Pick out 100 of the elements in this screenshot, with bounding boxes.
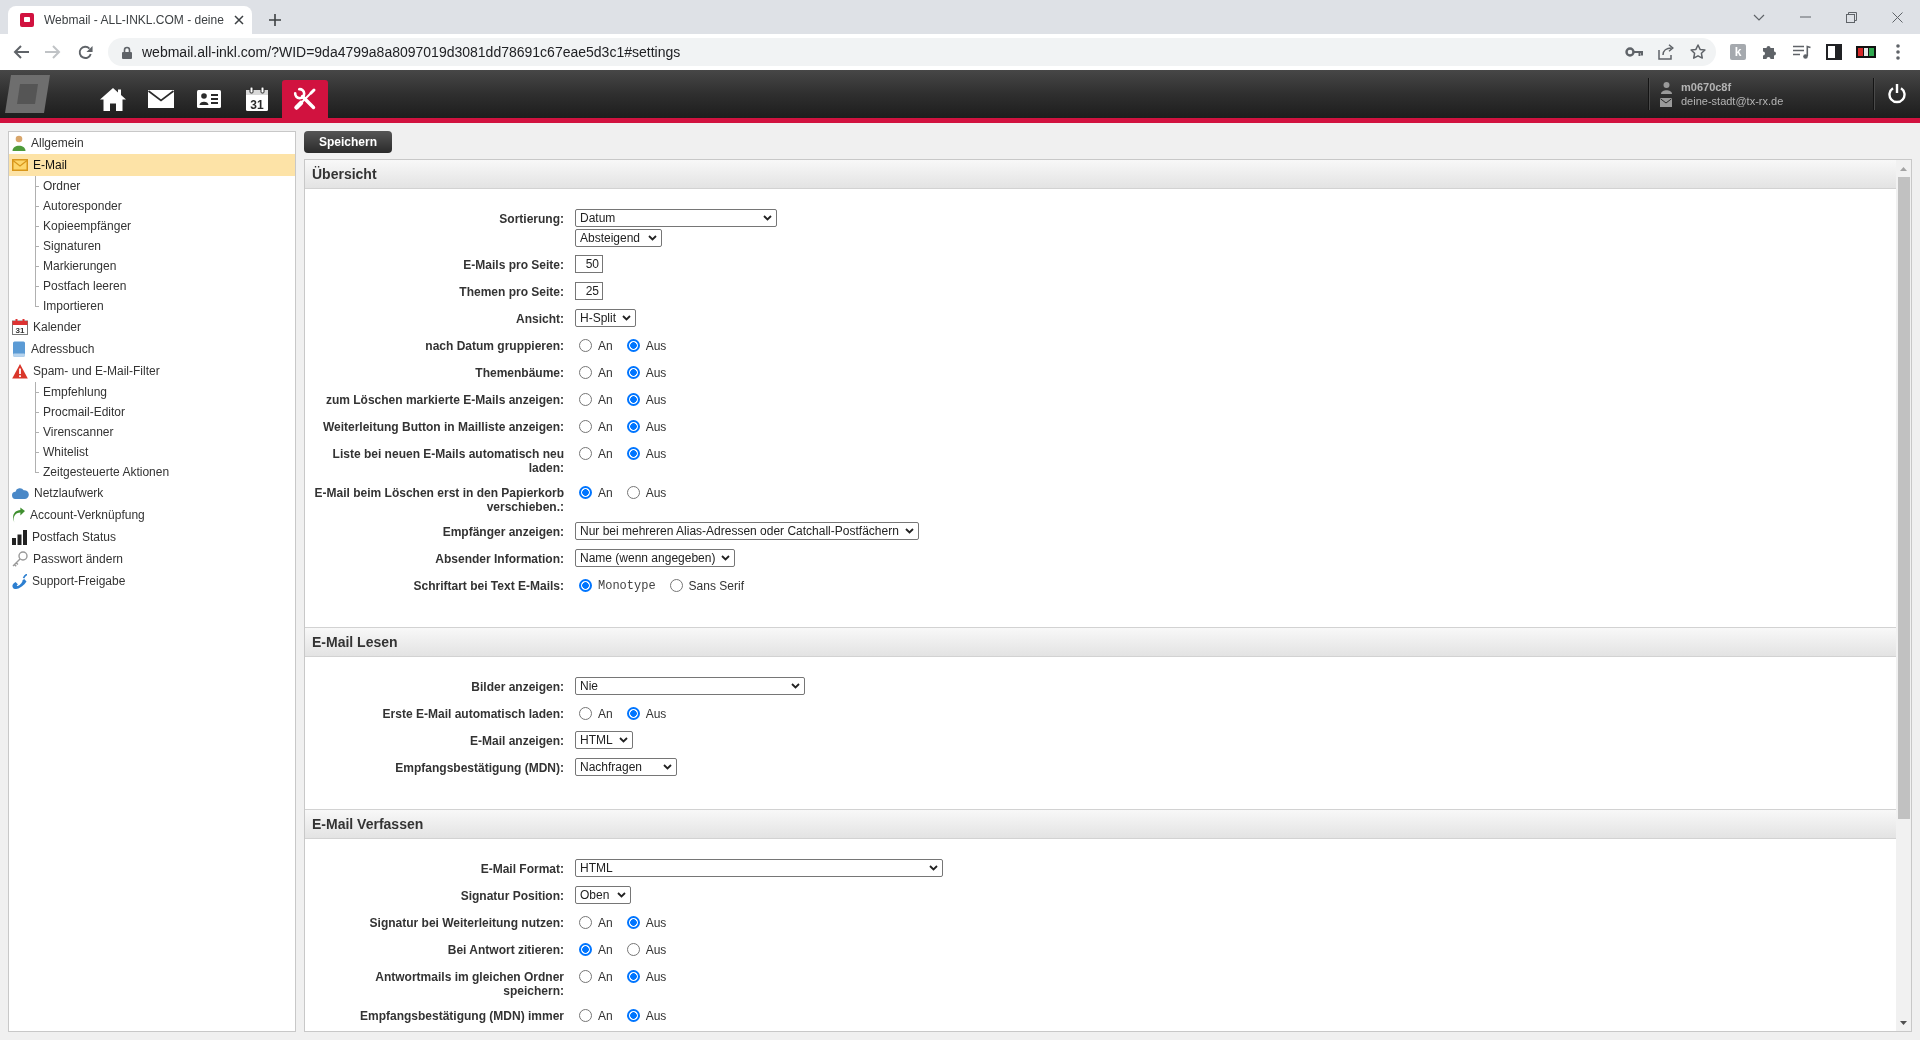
radio-button[interactable] <box>626 420 640 433</box>
radio-button[interactable] <box>626 916 640 929</box>
radio-label[interactable]: Aus <box>645 336 667 353</box>
dropdown[interactable]: HTML <box>575 859 943 877</box>
sidebar-item[interactable]: Adressbuch <box>9 338 295 360</box>
sidebar-subitem[interactable]: Postfach leeren <box>9 276 295 296</box>
scroll-up-icon[interactable] <box>1900 166 1907 171</box>
browser-tab[interactable]: Webmail - ALL-INKL.COM - deine <box>8 6 252 34</box>
star-icon[interactable] <box>1690 44 1706 60</box>
radio-button[interactable] <box>669 579 683 592</box>
radio-label[interactable]: Aus <box>645 390 667 407</box>
radio-label[interactable]: Aus <box>645 1006 667 1023</box>
close-icon[interactable] <box>234 15 244 25</box>
radio-label[interactable]: An <box>598 444 613 461</box>
radio-label[interactable]: An <box>598 1006 613 1023</box>
radio-label[interactable]: Monotype <box>598 576 656 593</box>
radio-label[interactable]: An <box>598 967 613 984</box>
radio-button[interactable] <box>579 916 592 929</box>
sidebar-item[interactable]: Passwort ändern <box>9 548 295 570</box>
radio-button[interactable] <box>579 393 592 406</box>
radio-button[interactable] <box>579 486 592 499</box>
radio-label[interactable]: Aus <box>645 940 667 957</box>
radio-button[interactable] <box>626 339 640 352</box>
sidebar-item[interactable]: Support-Freigabe <box>9 570 295 592</box>
radio-button[interactable] <box>626 366 640 379</box>
sidebar-item[interactable]: Allgemein <box>9 132 295 154</box>
extension-icon[interactable] <box>1856 46 1876 58</box>
radio-label[interactable]: An <box>598 913 613 930</box>
radio-label[interactable]: Aus <box>645 913 667 930</box>
radio-button[interactable] <box>626 707 640 720</box>
sidebar-subitem[interactable]: Ordner <box>9 176 295 196</box>
sidebar-subitem[interactable]: Signaturen <box>9 236 295 256</box>
number-field[interactable]: 25 <box>575 282 603 300</box>
radio-button[interactable] <box>626 943 640 956</box>
sidebar-subitem[interactable]: Importieren <box>9 296 295 316</box>
radio-button[interactable] <box>579 707 592 720</box>
dropdown[interactable]: Nur bei mehreren Alias-Adressen oder Catchall-Postfächern <box>575 522 919 540</box>
sidebar-subitem[interactable]: Autoresponder <box>9 196 295 216</box>
puzzle-icon[interactable] <box>1762 44 1778 60</box>
sidebar-subitem[interactable]: Zeitgesteuerte Aktionen <box>9 462 295 482</box>
sidebar-subitem[interactable]: Virenscanner <box>9 422 295 442</box>
radio-label[interactable]: Aus <box>645 363 667 380</box>
scroll-down-icon[interactable] <box>1900 1020 1907 1025</box>
sidebar-subitem[interactable]: Markierungen <box>9 256 295 276</box>
number-field[interactable]: 50 <box>575 255 603 273</box>
scrollbar[interactable] <box>1896 160 1911 1031</box>
radio-button[interactable] <box>626 1009 640 1022</box>
dropdown[interactable]: Name (wenn angegeben) <box>575 549 736 567</box>
dropdown[interactable]: Oben <box>575 886 631 904</box>
key-icon[interactable] <box>1625 47 1643 57</box>
radio-label[interactable]: An <box>598 704 613 721</box>
close-icon[interactable] <box>1891 11 1903 23</box>
radio-label[interactable]: Aus <box>645 704 667 721</box>
reload-icon[interactable] <box>77 44 93 60</box>
radio-button[interactable] <box>579 970 592 983</box>
sidebar-item[interactable]: Netzlaufwerk <box>9 482 295 504</box>
dropdown[interactable]: HTML <box>575 731 633 749</box>
radio-label[interactable]: An <box>598 363 613 380</box>
address-bar[interactable]: webmail.all-inkl.com/?WID=9da4799a8a8097019d3081dd78691c67eae5d3c1#settings <box>108 38 1716 66</box>
sidebar-item[interactable]: E-Mail <box>9 154 295 176</box>
calendar-button[interactable]: 31 <box>234 80 280 118</box>
radio-button[interactable] <box>626 447 640 460</box>
radio-button[interactable] <box>579 943 592 956</box>
sidebar-subitem[interactable]: Kopieempfänger <box>9 216 295 236</box>
radio-button[interactable] <box>626 486 640 499</box>
sidebar-subitem[interactable]: Procmail-Editor <box>9 402 295 422</box>
radio-button[interactable] <box>579 366 592 379</box>
sidebar-item[interactable]: Account-Verknüpfung <box>9 504 295 526</box>
radio-label[interactable]: An <box>598 417 613 434</box>
radio-button[interactable] <box>579 579 592 592</box>
radio-button[interactable] <box>579 447 592 460</box>
dropdown[interactable]: H-Split <box>575 309 636 327</box>
logo-icon[interactable] <box>5 75 50 113</box>
dropdown[interactable]: Absteigend <box>575 229 662 247</box>
lock-icon[interactable] <box>122 45 132 59</box>
new-tab-icon[interactable] <box>269 14 281 26</box>
radio-button[interactable] <box>626 393 640 406</box>
dropdown[interactable]: Nie <box>575 677 805 695</box>
radio-button[interactable] <box>626 970 640 983</box>
radio-button[interactable] <box>579 339 592 352</box>
power-icon[interactable] <box>1888 84 1906 104</box>
more-menu-icon[interactable] <box>1896 44 1900 60</box>
share-icon[interactable] <box>1658 44 1674 60</box>
chevron-down-icon[interactable] <box>1753 13 1765 21</box>
restore-icon[interactable] <box>1845 11 1857 23</box>
radio-label[interactable]: Aus <box>645 483 667 500</box>
media-list-icon[interactable] <box>1793 45 1811 59</box>
sidebar-item[interactable]: Spam- und E-Mail-Filter <box>9 360 295 382</box>
sidebar-item[interactable]: 31 Kalender <box>9 316 295 338</box>
radio-button[interactable] <box>579 420 592 433</box>
back-arrow-icon[interactable] <box>13 45 29 59</box>
dropdown[interactable]: Nachfragen <box>575 758 677 776</box>
sidebar-subitem[interactable]: Whitelist <box>9 442 295 462</box>
save-button[interactable]: Speichern <box>304 131 393 153</box>
sidebar-subitem[interactable]: Empfehlung <box>9 382 295 402</box>
settings-button[interactable] <box>282 80 328 118</box>
radio-label[interactable]: Aus <box>645 417 667 434</box>
scrollbar-thumb[interactable] <box>1897 177 1910 819</box>
radio-label[interactable]: An <box>598 336 613 353</box>
radio-label[interactable]: Sans Serif <box>688 576 744 593</box>
